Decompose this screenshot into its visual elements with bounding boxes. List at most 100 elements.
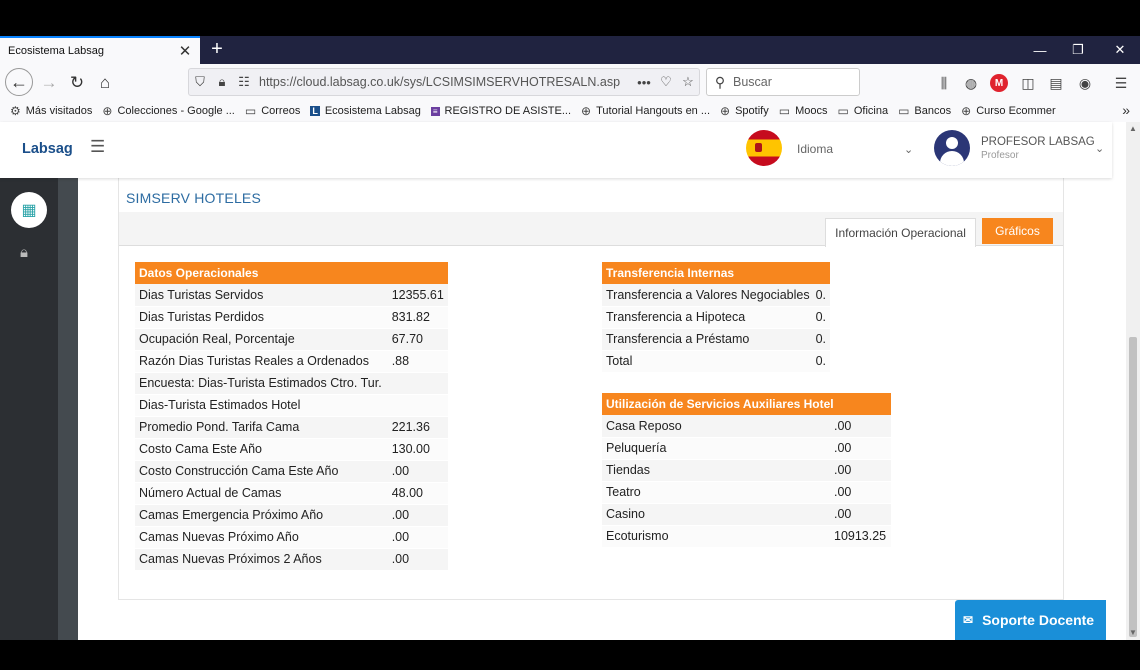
permissions-icon[interactable]: ☷	[233, 74, 255, 90]
bookmark-label: Tutorial Hangouts en ...	[596, 105, 711, 117]
bookmark-item[interactable]: ⚙ Más visitados	[10, 104, 92, 118]
transferencias-table: Transferencia Internas Transferencia a V…	[602, 262, 831, 373]
scroll-down-icon[interactable]: ▼	[1126, 626, 1140, 640]
tab-title: Ecosistema Labsag	[8, 45, 104, 57]
restore-button[interactable]: ❐	[1058, 36, 1098, 64]
sidebar-toggle-icon[interactable]: ◫	[1019, 74, 1037, 92]
scroll-thumb[interactable]	[1129, 337, 1137, 637]
search-box[interactable]: ⚲ Buscar	[706, 68, 860, 96]
user-name[interactable]: PROFESOR LABSAG	[981, 136, 1095, 148]
row-label: Dias Turistas Servidos	[135, 284, 386, 307]
url-bar[interactable]: ⛉ 🔒︎ ☷ https://cloud.labsag.co.uk/sys/LC…	[188, 68, 700, 96]
close-window-button[interactable]: ✕	[1100, 36, 1140, 64]
user-chevron-down-icon[interactable]: ⌄	[1095, 142, 1104, 155]
brand-logo[interactable]: Labsag	[22, 141, 73, 157]
bookmark-item[interactable]: ⊕ Curso Ecommer	[961, 104, 1056, 118]
lock-icon[interactable]: 🔒︎	[20, 244, 28, 261]
labsag-icon: L	[310, 106, 320, 116]
language-label[interactable]: Idioma	[797, 142, 833, 156]
page-title: SIMSERV HOTELES	[126, 190, 262, 206]
row-label: Camas Nuevas Próximos 2 Años	[135, 548, 386, 571]
language-chevron-down-icon[interactable]: ⌄	[904, 143, 913, 156]
table-row: Transferencia a Hipoteca 0.	[602, 306, 831, 329]
table-row: Ocupación Real, Porcentaje 67.70	[135, 328, 448, 351]
row-label: Razón Dias Turistas Reales a Ordenados	[135, 350, 386, 373]
extension-m-icon[interactable]: M	[990, 74, 1008, 92]
bookmark-label: Spotify	[735, 105, 769, 117]
tab-graficos[interactable]: Gráficos	[982, 218, 1053, 244]
folder-icon: ▭	[244, 104, 257, 118]
forward-arrow-icon: →	[40, 73, 58, 92]
folder-icon: ▭	[778, 104, 791, 118]
bookmark-star-icon[interactable]: ☆	[677, 74, 699, 90]
row-label: Promedio Pond. Tarifa Cama	[135, 416, 386, 439]
bookmark-item[interactable]: ⊕ Tutorial Hangouts en ...	[581, 104, 710, 118]
bookmark-item[interactable]: ▭ Correos	[245, 104, 300, 118]
new-tab-button[interactable]: +	[206, 38, 228, 62]
letterbox-top	[0, 0, 1140, 36]
hamburger-menu-icon[interactable]: ☰	[90, 137, 105, 157]
globe-icon: ⊕	[581, 104, 592, 118]
spain-flag-icon[interactable]	[746, 130, 782, 166]
row-label: Transferencia a Préstamo	[602, 328, 814, 351]
account-icon[interactable]: ◉	[1076, 74, 1094, 92]
scroll-up-icon[interactable]: ▲	[1126, 122, 1140, 136]
table-row: Promedio Pond. Tarifa Cama 221.36	[135, 416, 448, 439]
forward-button[interactable]: →	[36, 70, 62, 96]
row-label: Dias-Turista Estimados Hotel	[135, 394, 386, 417]
support-button[interactable]: ✉ Soporte Docente	[955, 600, 1106, 640]
app-sidebar: ▦ 🔒︎	[0, 178, 58, 640]
avatar[interactable]	[934, 130, 970, 166]
bookmark-label: Oficina	[853, 105, 889, 117]
menu-icon[interactable]: ☰	[1112, 74, 1130, 92]
extension-globe-icon[interactable]: ◍	[962, 74, 980, 92]
search-icon: ⚲	[714, 73, 726, 90]
bookmark-item[interactable]: ▭ Bancos	[898, 104, 951, 118]
page-scrollbar[interactable]: ▲ ▼	[1126, 122, 1140, 640]
reader-icon[interactable]: ▤	[1047, 74, 1065, 92]
bookmark-item[interactable]: ▭ Oficina	[837, 104, 888, 118]
table-row: Razón Dias Turistas Reales a Ordenados .8…	[135, 350, 448, 373]
home-button[interactable]: ⌂	[92, 70, 118, 96]
row-label: Encuesta: Dias-Turista Estimados Ctro. T…	[135, 372, 386, 395]
table-row: Costo Cama Este Año 130.00	[135, 438, 448, 461]
reload-button[interactable]: ↻	[64, 70, 90, 96]
shield-icon[interactable]: ⛉	[189, 74, 211, 90]
row-value: .00	[830, 503, 891, 526]
pocket-icon[interactable]: ♡	[655, 74, 677, 90]
bookmark-item[interactable]: ▭ Moocs	[779, 104, 828, 118]
app-header: Labsag ☰ Idioma ⌄ PROFESOR LABSAG Profes…	[0, 122, 1112, 178]
row-label: Transferencia a Hipoteca	[602, 306, 814, 329]
row-label: Camas Emergencia Próximo Año	[135, 504, 386, 527]
row-label: Costo Cama Este Año	[135, 438, 386, 461]
table-header: Utilización de Servicios Auxiliares Hote…	[602, 393, 891, 415]
row-label: Casino	[602, 503, 830, 526]
row-label: Peluquería	[602, 437, 830, 460]
bookmark-item[interactable]: ⊕ Colecciones - Google ...	[102, 104, 234, 118]
table-body: Casa Reposo .00 Peluquería .00 Tiendas .00 Tea…	[602, 415, 891, 548]
back-button[interactable]: ←	[5, 68, 33, 96]
home-icon: ⌂	[99, 73, 111, 92]
tab-informacion-operacional[interactable]: Información Operacional	[825, 218, 976, 247]
minimize-button[interactable]: —	[1020, 36, 1060, 64]
row-value: 0.	[813, 328, 831, 351]
apps-grid-icon[interactable]: ▦	[11, 192, 47, 228]
row-label: Teatro	[602, 481, 830, 504]
page-actions-icon[interactable]: •••	[633, 75, 655, 90]
bookmark-label: Bancos	[914, 105, 952, 117]
bookmark-item[interactable]: ⊕ Spotify	[720, 104, 769, 118]
url-text[interactable]: https://cloud.labsag.co.uk/sys/LCSIMSIMS…	[259, 75, 633, 89]
bookmarks-overflow-icon[interactable]: »	[1122, 102, 1130, 118]
lock-icon[interactable]: 🔒︎	[211, 74, 233, 90]
browser-tab[interactable]: Ecosistema Labsag ✕	[0, 36, 200, 64]
globe-icon: ⊕	[961, 104, 972, 118]
bookmark-item[interactable]: L Ecosistema Labsag	[310, 105, 421, 117]
bookmark-label: REGISTRO DE ASISTE...	[444, 105, 572, 117]
search-placeholder[interactable]: Buscar	[733, 75, 772, 89]
row-label: Dias Turistas Perdidos	[135, 306, 386, 329]
table-row: Camas Nuevas Próximos 2 Años .00	[135, 548, 448, 571]
nav-bar: ← → ↻ ⌂ ⛉ 🔒︎ ☷ https://cloud.labsag.co.u…	[0, 64, 1140, 100]
library-icon[interactable]: ⫼	[935, 74, 953, 92]
tab-close-icon[interactable]: ✕	[178, 42, 192, 60]
bookmark-item[interactable]: ≡ REGISTRO DE ASISTE...	[430, 105, 572, 117]
